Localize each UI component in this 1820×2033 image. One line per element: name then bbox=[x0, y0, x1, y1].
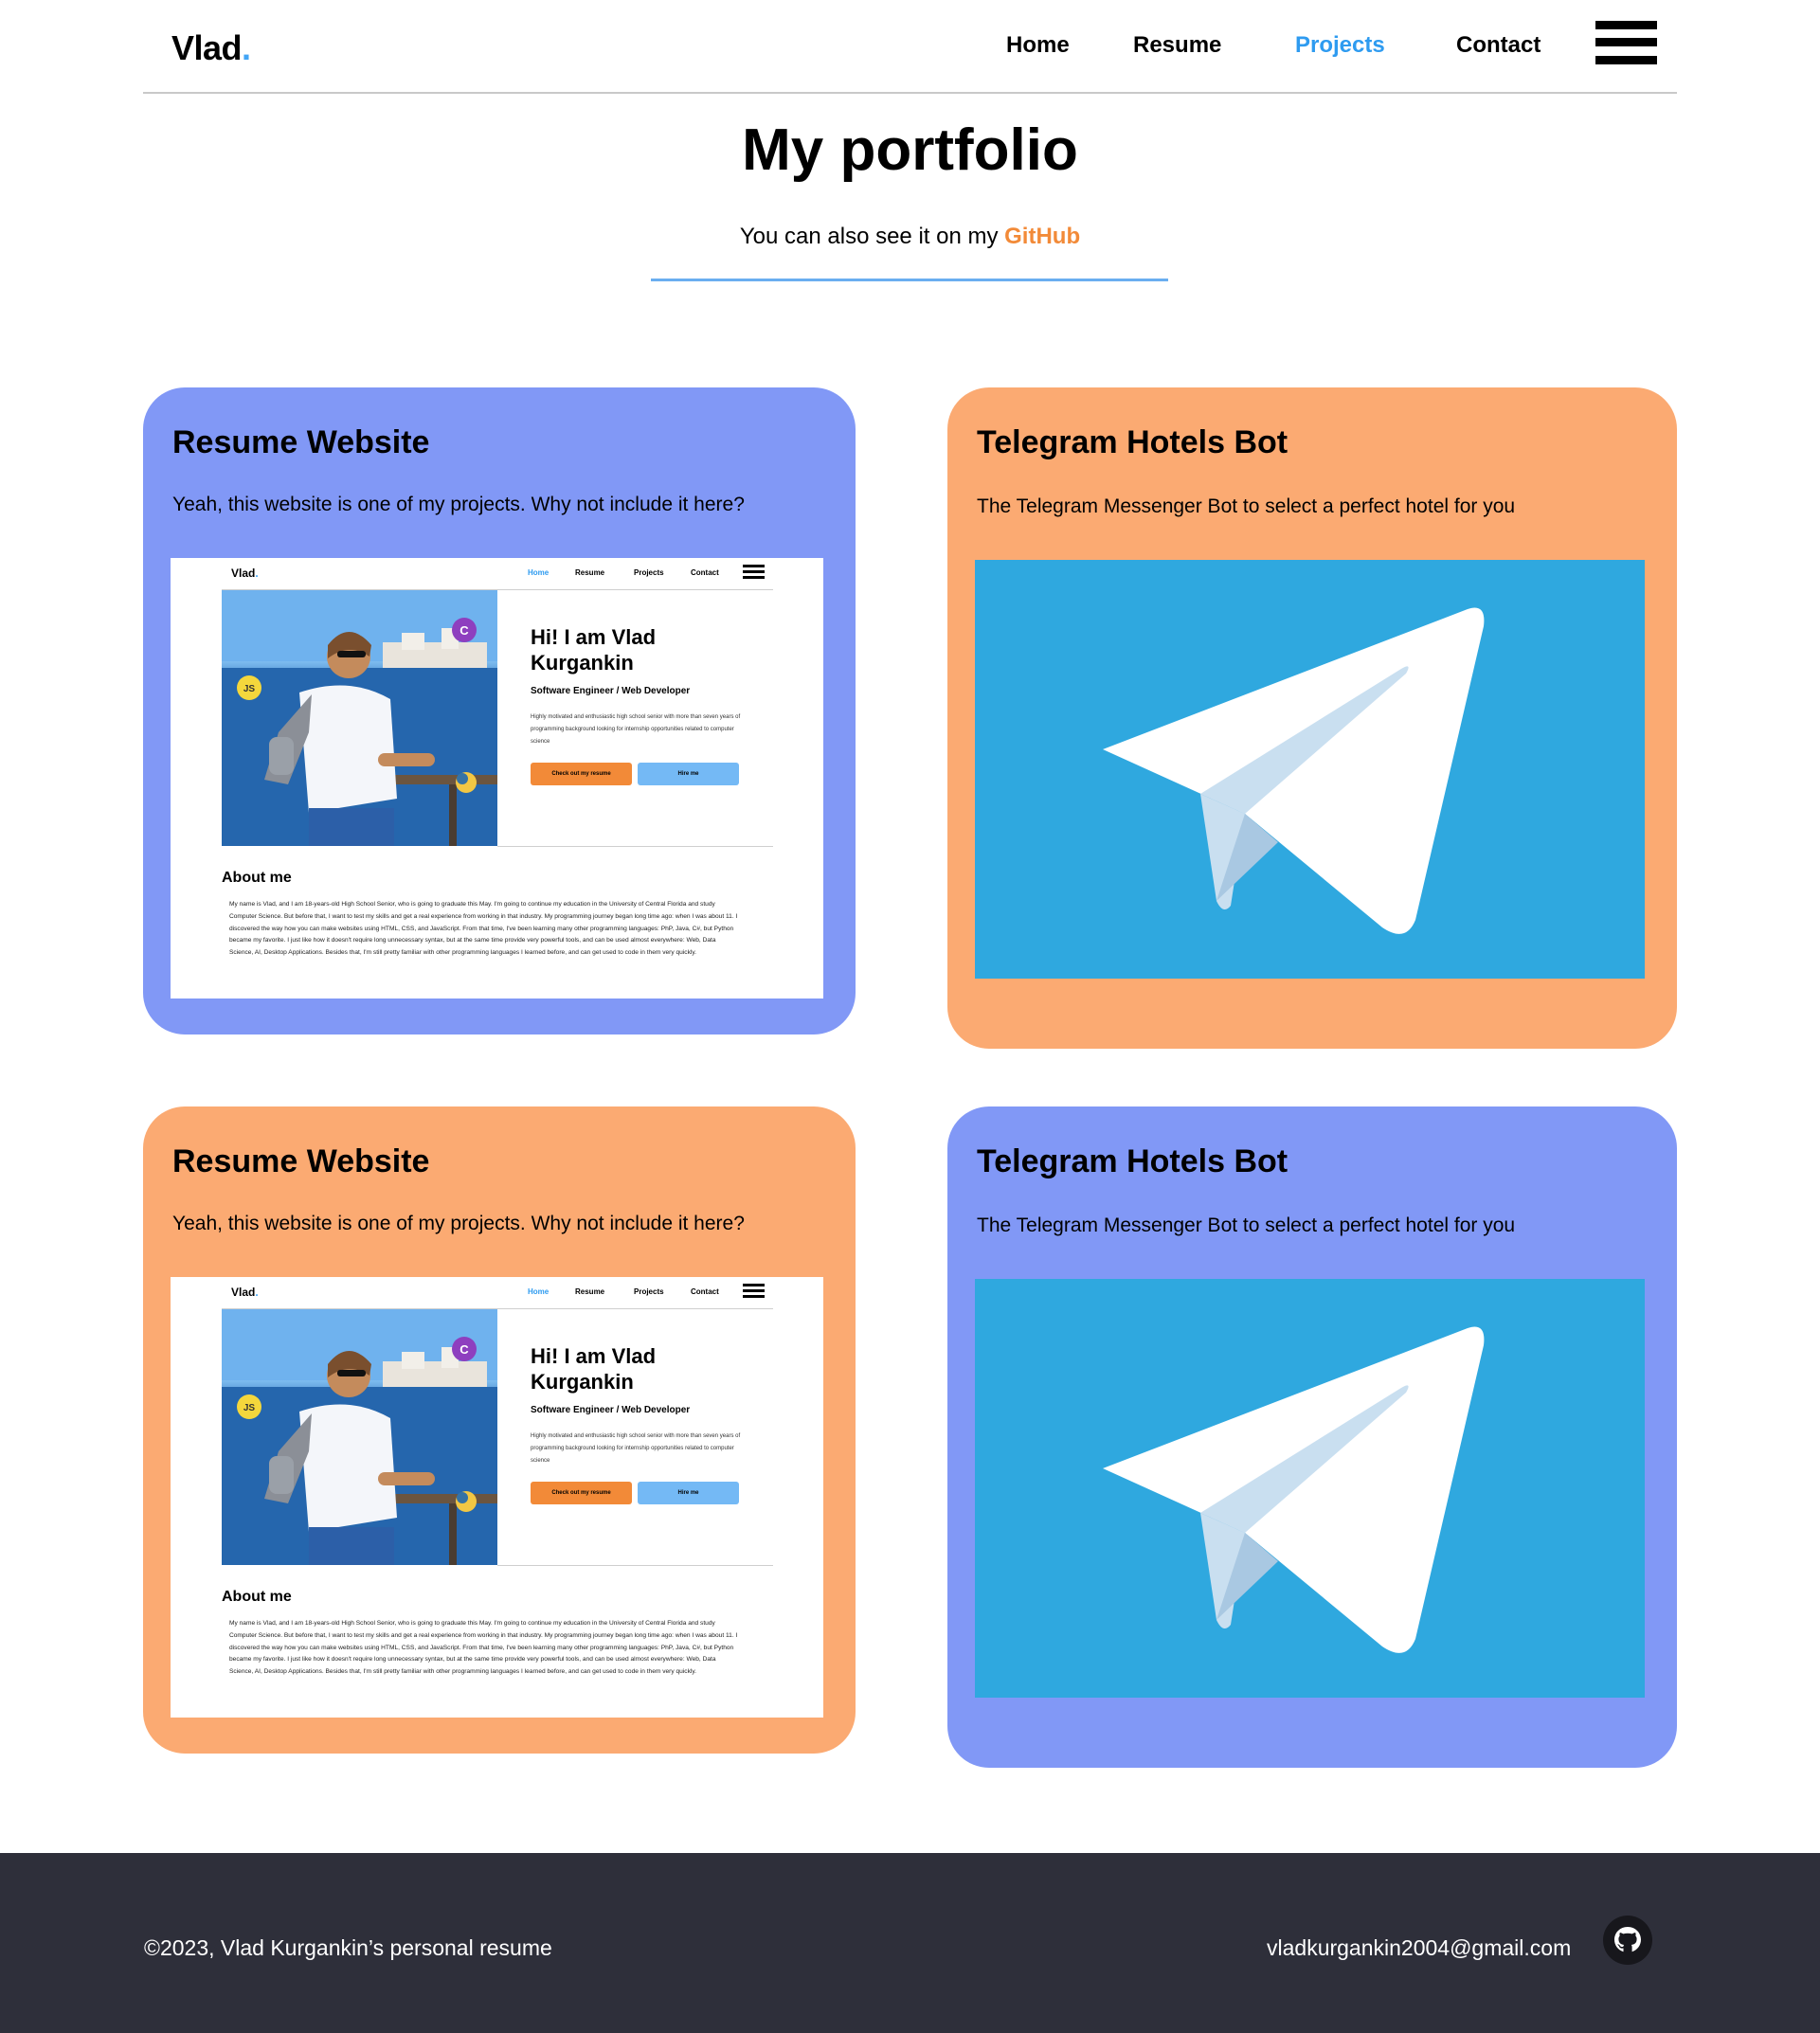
preview-hire-button: Hire me bbox=[638, 1482, 739, 1504]
profile-photo: C JS bbox=[222, 590, 497, 846]
preview-blurb: Highly motivated and enthusiastic high s… bbox=[531, 714, 741, 745]
preview-logo: Vlad. bbox=[231, 567, 259, 580]
preview-hire-button: Hire me bbox=[638, 763, 739, 785]
preview-nav-contact: Contact bbox=[691, 1287, 719, 1296]
preview-nav-home: Home bbox=[528, 1287, 550, 1296]
preview-about-text: My name is Vlad, and I am 18-years-old H… bbox=[229, 901, 738, 957]
title-divider bbox=[651, 279, 1168, 281]
preview-about-title: About me bbox=[222, 870, 292, 886]
project-card-telegram-hotels-bot[interactable]: Telegram Hotels Bot The Telegram Messeng… bbox=[947, 387, 1677, 1049]
hamburger-menu-icon[interactable] bbox=[1595, 21, 1657, 64]
nav-projects[interactable]: Projects bbox=[1295, 32, 1385, 59]
preview-blurb: Highly motivated and enthusiastic high s… bbox=[531, 1433, 741, 1464]
github-link[interactable]: GitHub bbox=[1004, 224, 1080, 249]
site-logo[interactable]: Vlad. bbox=[171, 28, 251, 68]
project-title: Telegram Hotels Bot bbox=[977, 424, 1288, 460]
svg-text:C: C bbox=[460, 623, 469, 638]
project-description: Yeah, this website is one of my projects… bbox=[172, 494, 745, 515]
nav-home[interactable]: Home bbox=[1006, 32, 1070, 59]
svg-text:C: C bbox=[460, 1342, 469, 1357]
preview-nav-contact: Contact bbox=[691, 568, 719, 577]
github-icon[interactable] bbox=[1603, 1916, 1652, 1965]
telegram-logo bbox=[975, 1279, 1645, 1698]
preview-nav-projects: Projects bbox=[634, 1287, 664, 1296]
resume-website-screenshot: Vlad. Home Resume Projects Contact C JS … bbox=[171, 558, 823, 999]
preview-resume-button: Check out my resume bbox=[531, 1482, 632, 1504]
profile-photo: C JS bbox=[222, 1309, 497, 1565]
email-link[interactable]: vladkurgankin2004@gmail.com bbox=[1267, 1935, 1571, 1961]
preview-heading: Hi! I am Vlad Kurgankin bbox=[531, 625, 657, 675]
nav-resume[interactable]: Resume bbox=[1133, 32, 1221, 59]
project-description: Yeah, this website is one of my projects… bbox=[172, 1213, 745, 1234]
preview-divider bbox=[497, 1565, 773, 1566]
preview-role: Software Engineer / Web Developer bbox=[531, 686, 691, 696]
project-card-resume-website[interactable]: Resume Website Yeah, this website is one… bbox=[143, 387, 856, 1034]
preview-nav-projects: Projects bbox=[634, 568, 664, 577]
preview-nav-home: Home bbox=[528, 568, 550, 577]
site-footer: ©2023, Vlad Kurgankin’s personal resume … bbox=[0, 1853, 1820, 2033]
preview-menu-icon bbox=[743, 565, 765, 580]
page-title: My portfolio bbox=[742, 117, 1078, 183]
preview-header: Vlad. Home Resume Projects Contact bbox=[222, 1277, 773, 1309]
preview-about-title: About me bbox=[222, 1589, 292, 1605]
project-description: The Telegram Messenger Bot to select a p… bbox=[977, 495, 1516, 517]
project-title: Telegram Hotels Bot bbox=[977, 1143, 1288, 1179]
logo-dot: . bbox=[242, 28, 251, 67]
svg-text:JS: JS bbox=[243, 1403, 256, 1413]
preview-nav-resume: Resume bbox=[575, 1287, 605, 1296]
copyright-text: ©2023, Vlad Kurgankin’s personal resume bbox=[144, 1935, 552, 1960]
preview-header: Vlad. Home Resume Projects Contact bbox=[222, 558, 773, 590]
logo-text: Vlad bbox=[171, 28, 243, 67]
preview-role: Software Engineer / Web Developer bbox=[531, 1405, 691, 1415]
preview-about-text: My name is Vlad, and I am 18-years-old H… bbox=[229, 1620, 738, 1676]
preview-resume-button: Check out my resume bbox=[531, 763, 632, 785]
preview-divider bbox=[497, 846, 773, 847]
preview-logo: Vlad. bbox=[231, 1286, 259, 1299]
preview-heading: Hi! I am Vlad Kurgankin bbox=[531, 1344, 657, 1394]
project-title: Resume Website bbox=[172, 424, 430, 460]
site-header: Vlad. Home Resume Projects Contact bbox=[143, 0, 1677, 94]
page-subtitle: You can also see it on my GitHub bbox=[0, 224, 1820, 250]
subtitle-text: You can also see it on my bbox=[739, 224, 1005, 249]
preview-nav-resume: Resume bbox=[575, 568, 605, 577]
resume-website-screenshot: Vlad. Home Resume Projects Contact C JS … bbox=[171, 1277, 823, 1718]
telegram-logo bbox=[975, 560, 1645, 979]
project-card-resume-website[interactable]: Resume Website Yeah, this website is one… bbox=[143, 1106, 856, 1754]
project-title: Resume Website bbox=[172, 1143, 430, 1179]
nav-contact[interactable]: Contact bbox=[1456, 32, 1541, 59]
preview-menu-icon bbox=[743, 1284, 765, 1299]
project-description: The Telegram Messenger Bot to select a p… bbox=[977, 1214, 1516, 1236]
svg-text:JS: JS bbox=[243, 684, 256, 694]
project-card-telegram-hotels-bot[interactable]: Telegram Hotels Bot The Telegram Messeng… bbox=[947, 1106, 1677, 1768]
